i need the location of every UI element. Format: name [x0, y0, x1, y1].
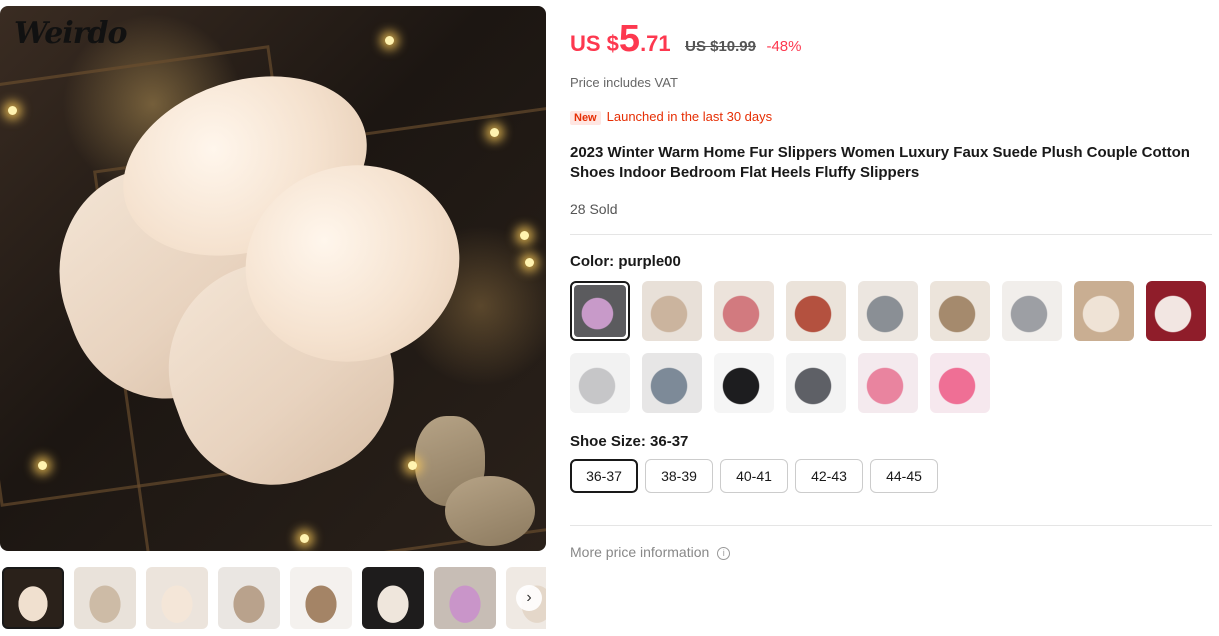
color-swatch-color-2[interactable] [642, 281, 702, 341]
color-swatch-color-4[interactable] [786, 281, 846, 341]
swatch-image [858, 353, 918, 413]
thumbnail-3[interactable] [146, 567, 208, 629]
color-swatch-color-8[interactable] [1074, 281, 1134, 341]
thumbnail-4[interactable] [218, 567, 280, 629]
swatch-image [930, 353, 990, 413]
info-icon[interactable]: i [717, 547, 731, 560]
price-integer: 5 [618, 18, 641, 60]
swatch-image [786, 281, 846, 341]
chevron-right-icon[interactable]: › [516, 585, 542, 611]
swatch-image [642, 281, 702, 341]
fairy-light [520, 231, 529, 240]
swatch-image [1002, 281, 1062, 341]
divider [570, 525, 1212, 526]
size-option-36-37[interactable]: 36-37 [570, 459, 638, 493]
thumbnail-2[interactable] [74, 567, 136, 629]
color-swatch-color-9[interactable] [1146, 281, 1206, 341]
fairy-light [525, 258, 534, 267]
swatch-image [714, 281, 774, 341]
color-swatch-color-11[interactable] [642, 353, 702, 413]
swatch-image [1074, 281, 1134, 341]
thumbnail-6[interactable] [362, 567, 424, 629]
thumbnail-strip: › [2, 567, 546, 631]
swatch-image [574, 285, 626, 337]
divider [570, 234, 1212, 235]
fairy-light [385, 36, 394, 45]
swatch-image [1146, 281, 1206, 341]
fairy-light [300, 534, 309, 543]
swatch-image [786, 353, 846, 413]
new-launch-row: New Launched in the last 30 days [570, 109, 772, 125]
price-currency: US $ [570, 31, 619, 56]
color-swatch-color-13[interactable] [786, 353, 846, 413]
new-badge: New [570, 111, 601, 125]
size-option-40-41[interactable]: 40-41 [720, 459, 788, 493]
more-price-link[interactable]: More price information i [570, 544, 731, 560]
original-price: US $10.99 [685, 38, 756, 55]
fairy-light [408, 461, 417, 470]
sold-count: 28 Sold [570, 201, 618, 217]
color-swatch-color-6[interactable] [930, 281, 990, 341]
color-label: Color: purple00 [570, 253, 681, 270]
color-swatch-color-7[interactable] [1002, 281, 1062, 341]
discount-badge: -48% [766, 38, 802, 55]
swatch-image [642, 353, 702, 413]
vat-note: Price includes VAT [570, 75, 678, 90]
color-swatch-color-3[interactable] [714, 281, 774, 341]
size-option-38-39[interactable]: 38-39 [645, 459, 713, 493]
thumbnail-5[interactable] [290, 567, 352, 629]
color-swatch-purple00[interactable] [570, 281, 630, 341]
color-swatch-color-12[interactable] [714, 353, 774, 413]
size-option-42-43[interactable]: 42-43 [795, 459, 863, 493]
color-swatch-color-10[interactable] [570, 353, 630, 413]
main-product-image[interactable]: Weirdo [0, 6, 546, 551]
color-swatch-color-14[interactable] [858, 353, 918, 413]
fairy-light [38, 461, 47, 470]
swatch-image [714, 353, 774, 413]
size-option-44-45[interactable]: 44-45 [870, 459, 938, 493]
fairy-light [490, 128, 499, 137]
thumbnail-1[interactable] [2, 567, 64, 629]
price-decimal: .71 [640, 31, 671, 56]
launch-text: Launched in the last 30 days [606, 109, 773, 124]
more-price-text: More price information [570, 544, 710, 560]
thumbnail-7[interactable] [434, 567, 496, 629]
swatch-image [930, 281, 990, 341]
color-swatch-color-15[interactable] [930, 353, 990, 413]
swatch-image [570, 353, 630, 413]
toy-bunny-body [445, 476, 535, 546]
color-swatch-color-5[interactable] [858, 281, 918, 341]
fairy-light [8, 106, 17, 115]
shoe-size-label: Shoe Size: 36-37 [570, 433, 689, 450]
product-title: 2023 Winter Warm Home Fur Slippers Women… [570, 144, 1190, 181]
brand-logo: Weirdo [14, 16, 128, 51]
price-row: US $5.71 US $10.99 -48% [570, 18, 801, 61]
swatch-image [858, 281, 918, 341]
